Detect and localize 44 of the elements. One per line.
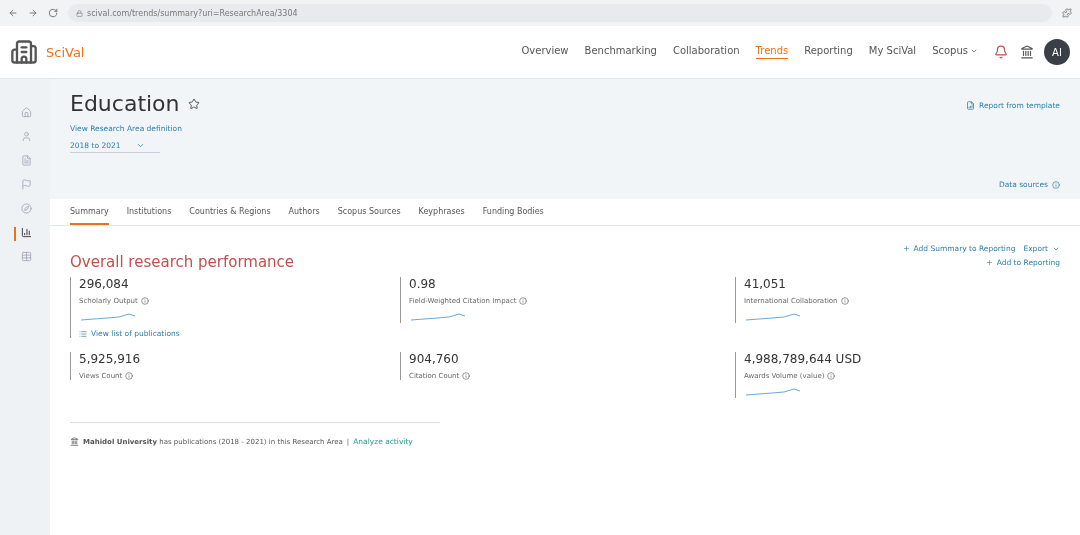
- section-title: Overall research performance: [70, 253, 295, 271]
- plus-icon: [985, 258, 993, 266]
- extension-icon[interactable]: [1062, 8, 1072, 18]
- nav-link[interactable]: Benchmarking: [584, 45, 657, 59]
- info-icon[interactable]: [140, 297, 149, 305]
- info-icon[interactable]: [462, 372, 471, 380]
- info-icon: [1052, 180, 1060, 189]
- nav-link[interactable]: Overview: [521, 45, 569, 59]
- nav-link[interactable]: Collaboration: [672, 45, 740, 59]
- info-icon[interactable]: [125, 372, 134, 380]
- tab[interactable]: Countries & Regions: [189, 199, 271, 225]
- tab[interactable]: Scopus Sources: [337, 199, 401, 225]
- nav-link[interactable]: My SciVal: [868, 45, 917, 59]
- logo-icon: [10, 38, 38, 66]
- forward-icon[interactable]: [28, 8, 38, 18]
- tab[interactable]: Funding Bodies: [482, 199, 544, 225]
- tab[interactable]: Summary: [70, 199, 109, 225]
- user-avatar[interactable]: AI: [1044, 39, 1070, 65]
- star-icon[interactable]: [187, 97, 200, 110]
- info-icon[interactable]: [827, 372, 836, 380]
- metric-value: 904,760: [409, 352, 460, 366]
- metric-value: 5,925,916: [79, 352, 142, 366]
- tab[interactable]: Keyphrases: [418, 199, 465, 225]
- tab[interactable]: Institutions: [126, 199, 172, 225]
- page-title: Education: [70, 91, 180, 116]
- nav-link[interactable]: Scopus: [932, 45, 978, 59]
- back-icon[interactable]: [8, 8, 18, 18]
- metric-value: 4,988,789,644 USD: [744, 352, 863, 366]
- address-bar[interactable]: scival.com/trends/summary?uri=ResearchArea/3304: [68, 4, 1052, 22]
- info-icon[interactable]: [840, 297, 849, 305]
- tab[interactable]: Authors: [288, 199, 320, 225]
- report-icon: [966, 101, 976, 110]
- reload-icon[interactable]: [48, 8, 58, 18]
- metric-value: 41,051: [744, 277, 787, 291]
- metric-value: 296,084: [79, 277, 130, 291]
- institution-icon: [70, 437, 79, 446]
- caret-icon: [136, 141, 146, 150]
- list-icon: [79, 329, 87, 338]
- bell-icon[interactable]: [994, 45, 1008, 59]
- plus-icon: [902, 245, 910, 252]
- info-icon[interactable]: [519, 297, 528, 305]
- metric-value: 0.98: [409, 277, 437, 291]
- nav-link[interactable]: Reporting: [804, 45, 853, 59]
- institution-icon[interactable]: [1020, 45, 1034, 59]
